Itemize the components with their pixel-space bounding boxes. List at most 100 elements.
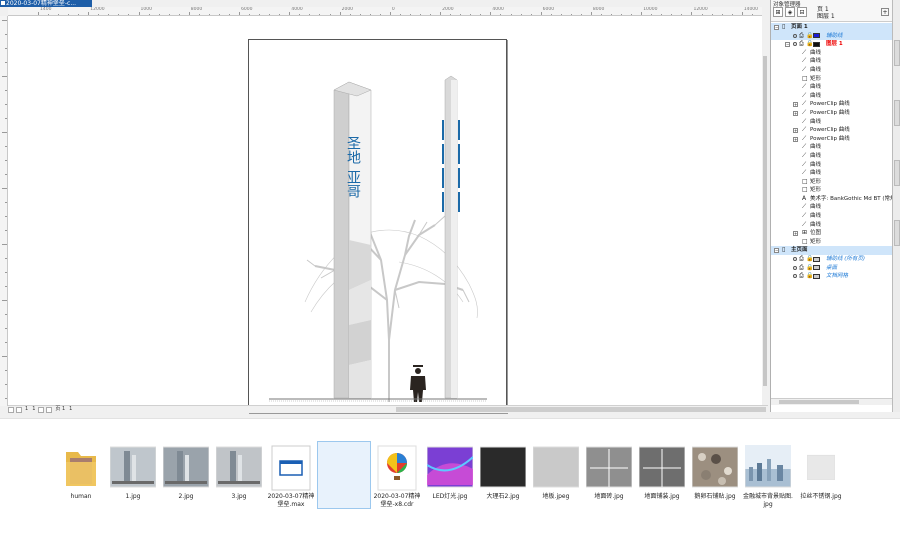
- object-row[interactable]: ⎙ 🔒 桌面: [771, 264, 892, 273]
- visibility-eye-icon[interactable]: [793, 42, 797, 47]
- object-row[interactable]: ⟋ 曲线: [771, 169, 892, 178]
- file-item[interactable]: 1.jpg: [108, 445, 158, 501]
- visibility-eye-icon[interactable]: [793, 257, 797, 262]
- page-icon: ▯: [782, 246, 786, 254]
- drawing-canvas[interactable]: 圣地 亚哥: [8, 16, 762, 413]
- object-row[interactable]: ⟋ 曲线: [771, 118, 892, 127]
- print-icon[interactable]: ⎙: [799, 32, 804, 41]
- object-tree-scrollbar[interactable]: [771, 398, 892, 405]
- object-row[interactable]: □ 矩形: [771, 238, 892, 247]
- ruler-label: 4000: [492, 7, 504, 12]
- file-item[interactable]: 拉丝不锈钢.jpg: [796, 445, 846, 501]
- object-row[interactable]: ⟋ 曲线: [771, 92, 892, 101]
- curve-icon: ⟋: [802, 220, 807, 228]
- file-item[interactable]: 3.jpg: [214, 445, 264, 501]
- file-item[interactable]: 2.jpg: [161, 445, 211, 501]
- object-tree[interactable]: − ▯ 页面 1 ⎙ 🔒 辅助线 − ⎙ 🔒 图层 1 ⟋ 曲线 ⟋ 曲线 ⟋ 曲线 □ 矩形 ⟋ 曲线 ⟋ 曲线 + ⟋ Po…: [771, 23, 892, 398]
- scroll-thumb[interactable]: [763, 56, 767, 386]
- sign-text-bottom: 亚哥: [345, 170, 361, 198]
- file-item[interactable]: 鹅卵石铺贴.jpg: [690, 445, 740, 501]
- first-page-button[interactable]: [8, 406, 14, 413]
- drawing-page[interactable]: 圣地 亚哥: [248, 39, 507, 413]
- print-icon[interactable]: ⎙: [799, 272, 804, 281]
- layer-color-swatch: [813, 265, 820, 271]
- page-navigator: 1 1 页 1 1: [8, 405, 768, 413]
- object-row[interactable]: □ 矩形: [771, 178, 892, 187]
- file-item[interactable]: human: [56, 445, 106, 501]
- object-row[interactable]: + ⟋ PowerClip 曲线: [771, 100, 892, 109]
- expand-toggle-icon[interactable]: +: [793, 231, 798, 237]
- object-row[interactable]: ⎙ 🔒 文档网格: [771, 272, 892, 281]
- next-page-button[interactable]: [38, 406, 45, 413]
- page-tab[interactable]: 页 1: [54, 406, 66, 413]
- add-layer-icon[interactable]: +: [881, 8, 889, 16]
- file-item[interactable]: 金融城市背景贴图.jpg: [743, 445, 793, 509]
- canvas-horizontal-scrollbar[interactable]: [396, 407, 766, 412]
- docker-tab-transform[interactable]: [894, 220, 900, 246]
- docker-tab-hints[interactable]: [894, 160, 900, 186]
- file-item[interactable]: 大理石2.jpg: [478, 445, 528, 501]
- file-item[interactable]: 地面铺装.jpg: [637, 445, 687, 501]
- show-properties-icon[interactable]: ⊞: [773, 7, 783, 17]
- visibility-eye-icon[interactable]: [793, 274, 797, 279]
- object-row[interactable]: ⟋ 曲线: [771, 212, 892, 221]
- document-tab[interactable]: 2020-03-07精神堡垒-c...: [0, 0, 92, 7]
- object-row[interactable]: ⎙ 🔒 辅助线 (所有页): [771, 255, 892, 264]
- object-row[interactable]: + ⟋ PowerClip 曲线: [771, 109, 892, 118]
- layer-manager-icon[interactable]: ◈: [785, 7, 795, 17]
- object-row[interactable]: ⟋ 曲线: [771, 152, 892, 161]
- page-tab-number[interactable]: 1: [68, 406, 73, 413]
- collapse-toggle-icon[interactable]: −: [785, 42, 790, 48]
- object-row[interactable]: ⟋ 曲线: [771, 57, 892, 66]
- docker-tab-properties[interactable]: [894, 40, 900, 66]
- object-row[interactable]: ⎙ 🔒 辅助线: [771, 31, 892, 41]
- vertical-ruler[interactable]: [0, 16, 8, 406]
- print-icon[interactable]: ⎙: [799, 40, 804, 49]
- file-item[interactable]: LED灯光.jpg: [425, 445, 475, 501]
- print-icon[interactable]: ⎙: [799, 264, 804, 273]
- object-row[interactable]: ⟋ 曲线: [771, 221, 892, 230]
- object-row-label: 文档网格: [826, 273, 849, 280]
- file-item[interactable]: 2020-03-07精神堡垒.max: [266, 445, 316, 509]
- object-row-label: 曲线: [810, 118, 822, 125]
- object-row[interactable]: + ⟋ PowerClip 曲线: [771, 126, 892, 135]
- canvas-vertical-scrollbar[interactable]: [762, 16, 768, 405]
- object-row[interactable]: − ▯ 主页面: [771, 246, 892, 256]
- selection-highlight: [106, 441, 160, 509]
- expand-toggle-icon[interactable]: +: [793, 128, 798, 134]
- object-row[interactable]: □ 矩形: [771, 75, 892, 84]
- expand-toggle-icon[interactable]: +: [793, 110, 798, 116]
- expand-toggle-icon[interactable]: +: [793, 102, 798, 108]
- print-icon[interactable]: ⎙: [799, 255, 804, 264]
- horizontal-ruler[interactable]: 1400 12000 1000 8000 6000 4000 2000 0 2000 4000 60…: [8, 7, 762, 16]
- prev-page-button[interactable]: [16, 406, 22, 413]
- object-row[interactable]: ⟋ 曲线: [771, 161, 892, 170]
- object-row[interactable]: + ⊞ 位图: [771, 229, 892, 238]
- object-row[interactable]: ⟋ 曲线: [771, 203, 892, 212]
- object-row[interactable]: □ 矩形: [771, 186, 892, 195]
- file-item[interactable]: 2020-03-07精神堡垒-x8.cdr: [372, 445, 422, 509]
- object-row-label: 曲线: [810, 66, 822, 73]
- object-row[interactable]: ⟋ 曲线: [771, 83, 892, 92]
- expand-toggle-icon[interactable]: +: [793, 136, 798, 142]
- object-row[interactable]: − ⎙ 🔒 图层 1: [771, 40, 892, 49]
- visibility-eye-icon[interactable]: [793, 33, 797, 38]
- file-item[interactable]: 2020-03-07精神堡垒-c9.cdr: [317, 441, 371, 509]
- object-row[interactable]: ⟋ 曲线: [771, 66, 892, 75]
- object-row[interactable]: ⟋ 曲线: [771, 143, 892, 152]
- object-row[interactable]: − ▯ 页面 1: [771, 23, 892, 32]
- visibility-eye-icon[interactable]: [793, 265, 797, 270]
- scroll-thumb[interactable]: [396, 407, 766, 412]
- object-row[interactable]: A 美术字: BankGothic Md BT (常规: [771, 195, 892, 204]
- collapse-toggle-icon[interactable]: −: [774, 25, 779, 30]
- object-row[interactable]: + ⟋ PowerClip 曲线: [771, 135, 892, 144]
- docker-tab-objects[interactable]: [894, 100, 900, 126]
- ruler-label: 6000: [542, 7, 555, 12]
- last-page-button[interactable]: [46, 406, 53, 413]
- file-item[interactable]: 地面砖.jpg: [584, 445, 634, 501]
- object-row[interactable]: ⟋ 曲线: [771, 49, 892, 58]
- file-item[interactable]: 地板.jpeg: [531, 445, 581, 501]
- scroll-thumb[interactable]: [779, 400, 859, 404]
- collapse-toggle-icon[interactable]: −: [774, 248, 779, 254]
- layer-view-icon[interactable]: ⊟: [797, 7, 807, 17]
